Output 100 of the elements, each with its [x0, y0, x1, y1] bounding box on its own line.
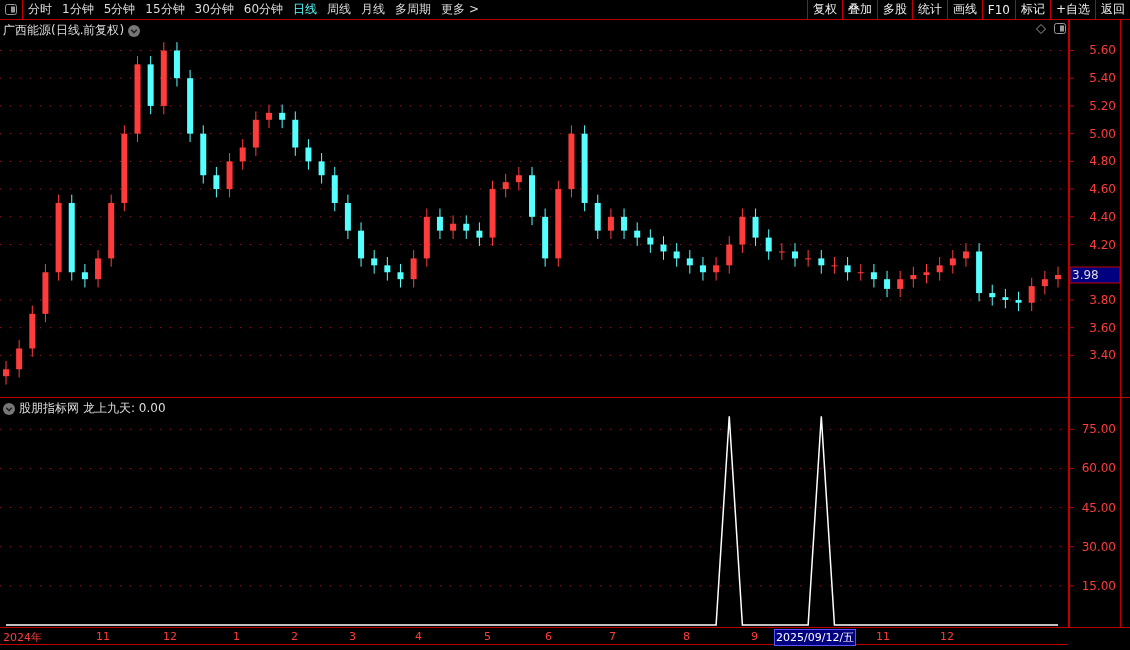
axis-tick-label: 30.00	[1081, 539, 1116, 554]
candlestick	[844, 256, 851, 282]
candlestick	[792, 242, 798, 268]
date-label: 1	[232, 629, 241, 644]
axis-tick-label: 3.40	[1089, 348, 1116, 363]
axis-tick-label: 45.00	[1081, 500, 1116, 515]
candlestick	[1002, 288, 1009, 309]
axis-tick-label: 4.80	[1089, 154, 1116, 169]
axis-tick-label: 75.00	[1081, 422, 1116, 437]
candlestick	[81, 263, 88, 288]
toolbar-button[interactable]: 叠加	[841, 0, 877, 19]
period-tab[interactable]: 15分钟	[140, 0, 190, 19]
candlestick	[1015, 291, 1022, 312]
date-label: 11	[875, 629, 891, 644]
period-tab[interactable]: 5分钟	[98, 0, 141, 19]
toolbar-button[interactable]: +自选	[1049, 0, 1095, 19]
candlestick	[713, 256, 720, 282]
period-tab[interactable]: 分时	[23, 0, 57, 19]
candlestick	[699, 256, 706, 282]
candlestick	[686, 249, 693, 275]
chevron-down-icon[interactable]	[128, 24, 141, 37]
axis-tick-label: 4.20	[1089, 237, 1116, 252]
date-label: 5	[483, 629, 492, 644]
candlestick	[962, 242, 969, 268]
price-badge: 3.98	[1069, 266, 1120, 284]
candlestick	[3, 360, 9, 386]
candlestick	[726, 235, 733, 275]
candlestick	[266, 104, 272, 129]
candlestick	[647, 228, 654, 254]
toolbar-button[interactable]: 复权	[806, 0, 842, 19]
axis-tick-label: 5.20	[1089, 98, 1116, 113]
candlestick	[857, 263, 864, 282]
candlestick	[936, 256, 943, 282]
chart-title: 广西能源(日线.前复权)	[3, 22, 125, 39]
candlestick	[1041, 270, 1048, 295]
date-label: 2024年	[2, 630, 43, 646]
period-tab[interactable]: 日线	[288, 0, 323, 19]
axis-tick-label: 15.00	[1081, 578, 1116, 593]
toolbar-button[interactable]: 统计	[911, 0, 947, 19]
period-tab[interactable]: 多周期	[390, 0, 437, 19]
period-tab[interactable]: 月线	[356, 0, 391, 19]
date-label: 2	[290, 629, 299, 644]
candlestick	[1028, 277, 1035, 312]
candlestick	[436, 208, 443, 240]
date-label: 11	[95, 629, 111, 644]
candlestick	[673, 242, 680, 268]
candlestick	[410, 249, 417, 288]
candlestick	[279, 104, 286, 129]
candlestick	[476, 221, 483, 247]
candlestick	[634, 221, 641, 247]
more-tab[interactable]: 更多 >	[436, 0, 484, 19]
candlestick	[910, 266, 917, 288]
axis-tick-label: 4.60	[1089, 182, 1116, 197]
candlestick	[752, 208, 759, 247]
candlestick	[923, 263, 930, 284]
indicator-legend: 龙上九天: 0.00	[83, 400, 166, 417]
candlestick	[515, 166, 522, 191]
date-label: 7	[608, 629, 617, 644]
candlestick	[450, 214, 457, 240]
period-tab[interactable]: 周线	[322, 0, 357, 19]
toolbar-button[interactable]: 返回	[1095, 0, 1130, 19]
toolbar-button[interactable]: 多股	[876, 0, 912, 19]
candlestick	[989, 284, 996, 307]
candlestick	[239, 138, 246, 171]
indicator-source: 股朋指标网	[19, 400, 79, 417]
axis-tick-label: 5.40	[1089, 71, 1116, 86]
candlestick	[831, 256, 838, 275]
candlestick	[621, 208, 628, 240]
panel-toggle-icon[interactable]	[1054, 23, 1066, 34]
toolbar-button[interactable]: 画线	[946, 0, 982, 19]
candlestick	[502, 173, 509, 198]
candlestick	[870, 263, 877, 288]
candlestick	[397, 263, 404, 288]
date-label: 9	[750, 629, 759, 644]
period-tab[interactable]: 60分钟	[238, 0, 289, 19]
toolbar-button[interactable]: F10	[981, 0, 1015, 19]
date-label: 6	[544, 629, 553, 644]
date-label: 8	[682, 629, 691, 644]
candlestick	[463, 214, 470, 240]
candlestick	[778, 242, 785, 261]
period-tab[interactable]: 1分钟	[57, 0, 99, 19]
panel-toggle-icon[interactable]	[5, 4, 17, 15]
date-label: 12	[939, 629, 955, 644]
date-label: 4	[414, 629, 423, 644]
candlestick	[949, 249, 956, 275]
candlestick	[884, 270, 891, 298]
candlestick	[384, 256, 391, 282]
candlestick	[16, 339, 23, 379]
candlestick	[607, 208, 614, 240]
candlestick	[818, 249, 825, 275]
chevron-down-icon[interactable]	[3, 402, 15, 415]
date-label: 3	[348, 629, 357, 644]
axis-tick-label: 3.60	[1089, 320, 1116, 335]
date-label: 12	[162, 629, 178, 644]
candlestick	[371, 249, 378, 275]
period-tab[interactable]: 30分钟	[189, 0, 239, 19]
toolbar-button[interactable]: 标记	[1014, 0, 1050, 19]
axis-tick-label: 60.00	[1081, 461, 1116, 476]
axis-tick-label: 3.80	[1089, 293, 1116, 307]
axis-tick-label: 5.00	[1089, 126, 1116, 141]
